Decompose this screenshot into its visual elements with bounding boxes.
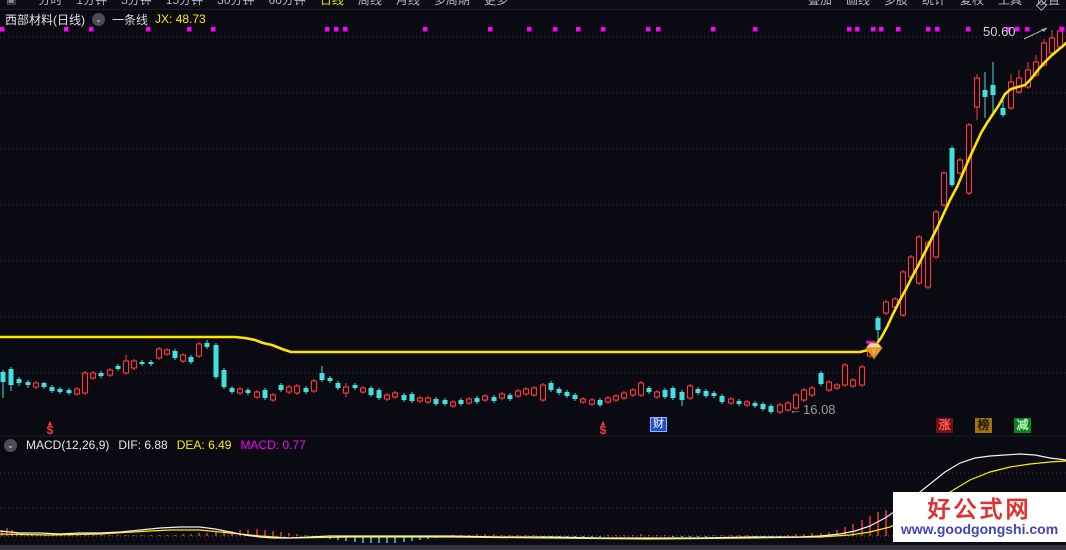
macd-panel-header: ⌄ MACD(12,26,9) DIF: 6.88 DEA: 6.49 MACD…	[4, 438, 306, 452]
chevron-down-circle-icon[interactable]: ⌄	[4, 438, 17, 452]
top-right-diamond-icon: ◇	[1036, 0, 1047, 12]
dollar-signal-icon: ▲ $	[46, 420, 54, 437]
trading-app-window: ▣ 分时 1分钟 5分钟 15分钟 30分钟 60分钟 日线 周线 月线 多周期 更多 叠加 画线 多股…	[0, 0, 1066, 550]
macd-dea-label: DEA: 6.49	[176, 438, 232, 452]
high-price-label: 50.60	[983, 24, 1016, 39]
side-badges: 涨榜减	[936, 418, 1031, 433]
low-price-label: 16.08	[803, 402, 836, 417]
left-arrow-icon: ←	[789, 402, 802, 417]
watermark-title: 好公式网	[927, 495, 1032, 522]
dollar-signal-icon: ▲ $	[599, 420, 607, 437]
macd-value-label: MACD: 0.77	[240, 438, 306, 452]
macd-dif-label: DIF: 6.88	[118, 438, 168, 452]
watermark: 好公式网 www.goodgongshi.com	[893, 492, 1066, 542]
watermark-url: www.goodgongshi.com	[900, 520, 1059, 537]
badge-榜[interactable]: 榜	[975, 418, 992, 433]
diamond-gem-icon	[865, 342, 883, 360]
bottom-scrollbar[interactable]	[0, 543, 1066, 550]
jx-indicator-line	[0, 41, 1066, 354]
macd-name-label: MACD(12,26,9)	[26, 438, 110, 452]
badge-减[interactable]: 减	[1014, 418, 1031, 433]
jx-line-layer	[0, 41, 1066, 354]
candlestick-chart	[0, 26, 1066, 544]
candles-layer	[0, 26, 1064, 414]
badge-涨[interactable]: 涨	[936, 418, 953, 433]
cai-news-badge[interactable]: 财	[650, 417, 667, 432]
low-price-annotation: ← 16.08	[789, 402, 836, 417]
